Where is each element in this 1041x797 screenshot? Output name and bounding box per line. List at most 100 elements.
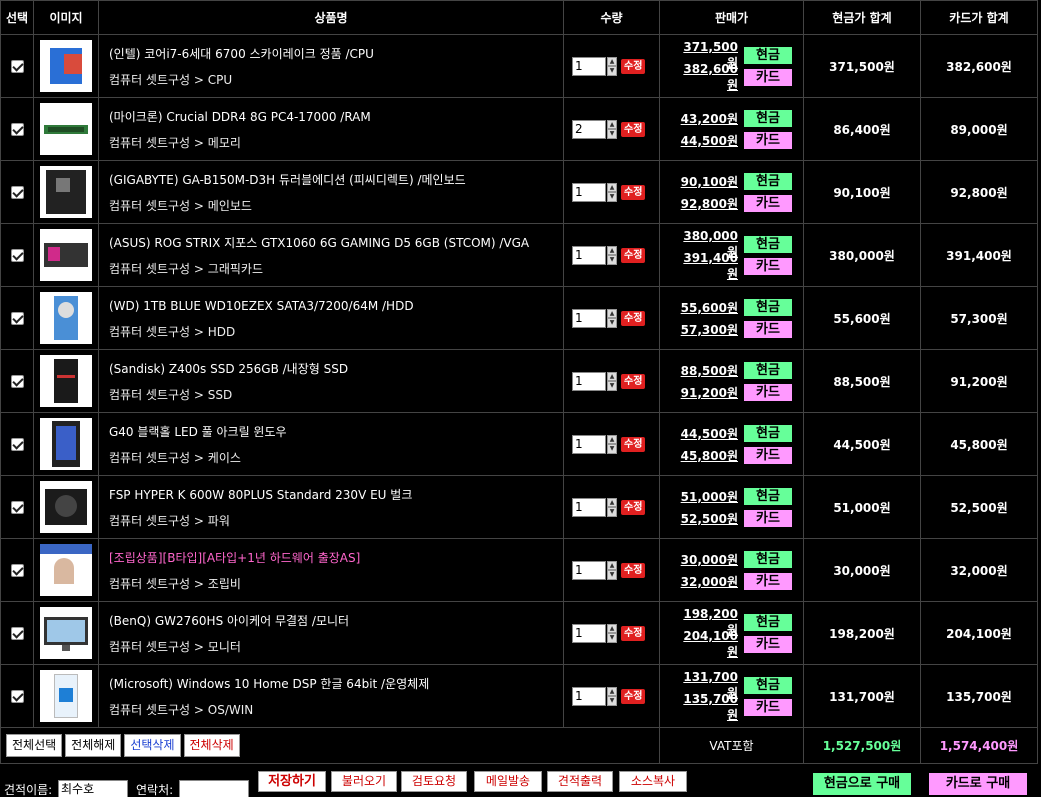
edit-quantity-button[interactable]: 수정: [621, 625, 646, 641]
quantity-input[interactable]: 1: [572, 308, 606, 328]
quantity-stepper[interactable]: ▲ ▼: [607, 182, 617, 202]
cpu-box-icon[interactable]: [40, 40, 92, 92]
stepper-down-icon[interactable]: ▼: [607, 507, 617, 517]
buy-with-cash-button[interactable]: 현금으로 구매: [813, 773, 911, 795]
row-checkbox[interactable]: [10, 564, 24, 577]
row-checkbox[interactable]: [10, 627, 24, 640]
stepper-down-icon[interactable]: ▼: [607, 381, 617, 391]
product-title[interactable]: [조립상품][B타입][A타입+1년 하드웨어 출장AS]: [109, 549, 563, 567]
stepper-up-icon[interactable]: ▲: [607, 686, 617, 696]
stepper-up-icon[interactable]: ▲: [607, 119, 617, 129]
product-title[interactable]: FSP HYPER K 600W 80PLUS Standard 230V EU…: [109, 486, 563, 504]
quantity-stepper[interactable]: ▲ ▼: [607, 56, 617, 76]
edit-quantity-button[interactable]: 수정: [621, 58, 646, 74]
quantity-input[interactable]: 1: [572, 182, 606, 202]
card-price-link[interactable]: 204,100원: [674, 629, 738, 660]
edit-quantity-button[interactable]: 수정: [621, 373, 646, 389]
row-checkbox[interactable]: [10, 60, 24, 73]
row-checkbox[interactable]: [10, 501, 24, 514]
ssd-icon[interactable]: [40, 355, 92, 407]
edit-quantity-button[interactable]: 수정: [621, 310, 646, 326]
row-checkbox[interactable]: [10, 123, 24, 136]
stepper-up-icon[interactable]: ▲: [607, 56, 617, 66]
copy-source-button[interactable]: 소스복사: [619, 771, 687, 792]
stepper-down-icon[interactable]: ▼: [607, 192, 617, 202]
quantity-stepper[interactable]: ▲ ▼: [607, 434, 617, 454]
edit-quantity-button[interactable]: 수정: [621, 436, 646, 452]
stepper-up-icon[interactable]: ▲: [607, 308, 617, 318]
quantity-stepper[interactable]: ▲ ▼: [607, 371, 617, 391]
quantity-stepper[interactable]: ▲ ▼: [607, 686, 617, 706]
assembly-service-icon[interactable]: [40, 544, 92, 596]
card-price-link[interactable]: 57,300원: [674, 321, 738, 338]
card-price-link[interactable]: 91,200원: [674, 384, 738, 401]
delete-all-button[interactable]: 전체삭제: [183, 734, 240, 757]
card-price-link[interactable]: 45,800원: [674, 447, 738, 464]
stepper-up-icon[interactable]: ▲: [607, 497, 617, 507]
stepper-down-icon[interactable]: ▼: [607, 66, 617, 76]
stepper-up-icon[interactable]: ▲: [607, 245, 617, 255]
power-supply-icon[interactable]: [40, 481, 92, 533]
stepper-down-icon[interactable]: ▼: [607, 444, 617, 454]
row-checkbox[interactable]: [10, 375, 24, 388]
edit-quantity-button[interactable]: 수정: [621, 184, 646, 200]
print-quote-button[interactable]: 견적출력: [547, 771, 613, 792]
buy-with-card-button[interactable]: 카드로 구매: [929, 773, 1027, 795]
quantity-stepper[interactable]: ▲ ▼: [607, 308, 617, 328]
cash-price-link[interactable]: 43,200원: [674, 110, 738, 127]
card-price-link[interactable]: 44,500원: [674, 132, 738, 149]
edit-quantity-button[interactable]: 수정: [621, 499, 646, 515]
deselect-all-button[interactable]: 전체해제: [65, 734, 122, 757]
row-checkbox[interactable]: [10, 438, 24, 451]
save-button[interactable]: 저장하기: [258, 771, 326, 792]
stepper-up-icon[interactable]: ▲: [607, 434, 617, 444]
product-title[interactable]: G40 블랙홀 LED 풀 아크릴 윈도우: [109, 423, 563, 441]
cash-price-link[interactable]: 30,000원: [674, 551, 738, 568]
quantity-stepper[interactable]: ▲ ▼: [607, 623, 617, 643]
quantity-input[interactable]: 1: [572, 434, 606, 454]
product-title[interactable]: (마이크론) Crucial DDR4 8G PC4-17000 /RAM: [109, 108, 563, 126]
stepper-down-icon[interactable]: ▼: [607, 129, 617, 139]
stepper-up-icon[interactable]: ▲: [607, 560, 617, 570]
load-button[interactable]: 불러오기: [331, 771, 397, 792]
stepper-down-icon[interactable]: ▼: [607, 633, 617, 643]
card-price-link[interactable]: 382,600원: [674, 62, 738, 93]
product-title[interactable]: (ASUS) ROG STRIX 지포스 GTX1060 6G GAMING D…: [109, 234, 563, 252]
quantity-input[interactable]: 1: [572, 371, 606, 391]
select-all-button[interactable]: 전체선택: [6, 734, 63, 757]
case-icon[interactable]: [40, 418, 92, 470]
quantity-stepper[interactable]: ▲ ▼: [607, 560, 617, 580]
stepper-down-icon[interactable]: ▼: [607, 696, 617, 706]
stepper-up-icon[interactable]: ▲: [607, 182, 617, 192]
product-title[interactable]: (Sandisk) Z400s SSD 256GB /내장형 SSD: [109, 360, 563, 378]
cash-price-link[interactable]: 88,500원: [674, 362, 738, 379]
quantity-input[interactable]: 1: [572, 686, 606, 706]
card-price-link[interactable]: 52,500원: [674, 510, 738, 527]
row-checkbox[interactable]: [10, 249, 24, 262]
contact-input[interactable]: [179, 780, 249, 797]
ram-stick-icon[interactable]: [40, 103, 92, 155]
product-title[interactable]: (WD) 1TB BLUE WD10EZEX SATA3/7200/64M /H…: [109, 297, 563, 315]
quantity-input[interactable]: 1: [572, 245, 606, 265]
windows-box-icon[interactable]: [40, 670, 92, 722]
quantity-input[interactable]: 1: [572, 560, 606, 580]
row-checkbox[interactable]: [10, 690, 24, 703]
hdd-icon[interactable]: [40, 292, 92, 344]
quantity-stepper[interactable]: ▲ ▼: [607, 119, 617, 139]
cash-price-link[interactable]: 44,500원: [674, 425, 738, 442]
product-title[interactable]: (인텔) 코어i7-6세대 6700 스카이레이크 정품 /CPU: [109, 45, 563, 63]
review-request-button[interactable]: 검토요청: [401, 771, 467, 792]
cash-price-link[interactable]: 55,600원: [674, 299, 738, 316]
row-checkbox[interactable]: [10, 312, 24, 325]
monitor-icon[interactable]: [40, 607, 92, 659]
quantity-stepper[interactable]: ▲ ▼: [607, 497, 617, 517]
delete-selected-button[interactable]: 선택삭제: [124, 734, 181, 757]
card-price-link[interactable]: 135,700원: [674, 692, 738, 723]
edit-quantity-button[interactable]: 수정: [621, 121, 646, 137]
product-title[interactable]: (Microsoft) Windows 10 Home DSP 한글 64bit…: [109, 675, 563, 693]
stepper-down-icon[interactable]: ▼: [607, 318, 617, 328]
quantity-input[interactable]: 1: [572, 56, 606, 76]
edit-quantity-button[interactable]: 수정: [621, 247, 646, 263]
send-email-button[interactable]: 메일발송: [474, 771, 542, 792]
cash-price-link[interactable]: 51,000원: [674, 488, 738, 505]
